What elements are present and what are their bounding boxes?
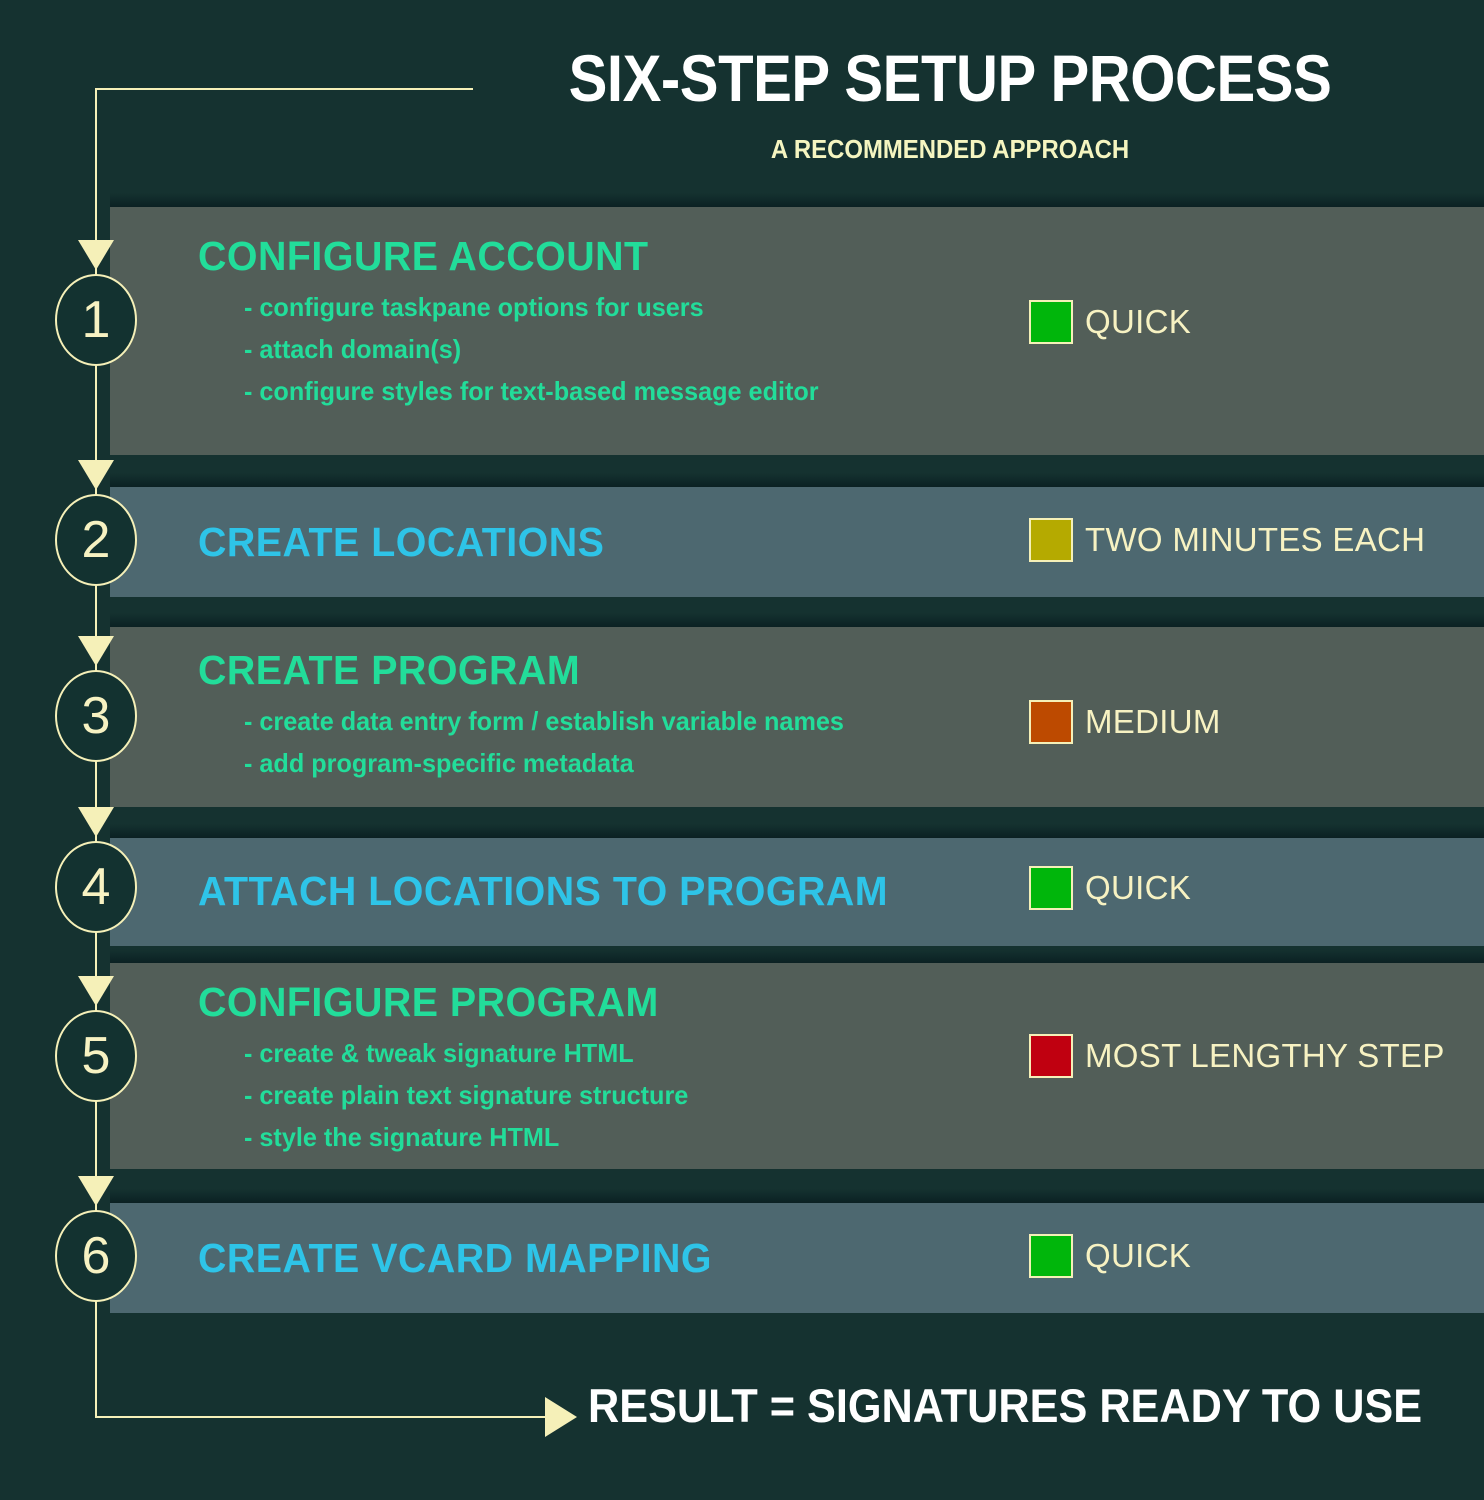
step-heading: CONFIGURE ACCOUNT — [198, 233, 649, 279]
step-bullet: - configure taskpane options for users — [244, 292, 704, 322]
step-bullet: - create data entry form / establish var… — [244, 706, 844, 736]
step-row[interactable]: CREATE PROGRAM - create data entry form /… — [110, 613, 1484, 807]
page-title: SIX-STEP SETUP PROCESS — [568, 41, 1332, 115]
flow-arrow-icon — [78, 976, 114, 1006]
effort-label: QUICK — [1085, 1237, 1192, 1274]
step-heading: CONFIGURE PROGRAM — [198, 979, 659, 1025]
connector-top-horizontal-line — [95, 88, 473, 90]
effort-label: MEDIUM — [1085, 703, 1221, 740]
effort-indicator: TWO MINUTES EACH — [1029, 518, 1425, 562]
effort-indicator: MOST LENGTHY STEP — [1029, 1034, 1445, 1078]
step-row[interactable]: ATTACH LOCATIONS TO PROGRAM — [110, 824, 1484, 946]
step-bullet-list: - configure taskpane options for users - … — [198, 286, 1484, 412]
step-bullet: - style the signature HTML — [244, 1122, 560, 1153]
step-bullet-list: - create data entry form / establish var… — [198, 700, 1484, 784]
page-subtitle: A RECOMMENDED APPROACH — [770, 134, 1130, 164]
effort-indicator: QUICK — [1029, 1234, 1191, 1278]
step-heading: CREATE VCARD MAPPING — [198, 1235, 713, 1281]
result-text: RESULT = SIGNATURES READY TO USE — [588, 1379, 1423, 1432]
effort-indicator: QUICK — [1029, 300, 1191, 344]
effort-color-swatch — [1029, 1034, 1073, 1078]
step-number-badge-6[interactable]: 6 — [55, 1210, 137, 1302]
step-bullet: - configure styles for text-based messag… — [244, 376, 819, 407]
step-bullet: - add program-specific metadata — [244, 748, 634, 779]
process-diagram: SIX-STEP SETUP PROCESS A RECOMMENDED APP… — [0, 0, 1484, 1500]
step-heading: ATTACH LOCATIONS TO PROGRAM — [198, 868, 889, 914]
effort-color-swatch — [1029, 866, 1073, 910]
connector-bottom-horizontal-line — [95, 1416, 550, 1418]
step-row[interactable]: CONFIGURE ACCOUNT - configure taskpane op… — [110, 193, 1484, 455]
flow-arrow-icon — [78, 636, 114, 666]
result-arrow-icon — [545, 1397, 577, 1437]
effort-label: MOST LENGTHY STEP — [1085, 1037, 1445, 1074]
step-bullet: - create plain text signature structure — [244, 1080, 689, 1111]
step-row[interactable]: CREATE VCARD MAPPING — [110, 1189, 1484, 1313]
flow-arrow-icon — [78, 807, 114, 837]
step-heading: CREATE PROGRAM — [198, 647, 581, 693]
effort-color-swatch — [1029, 1234, 1073, 1278]
step-number-badge-4[interactable]: 4 — [55, 841, 137, 933]
flow-arrow-icon — [78, 1176, 114, 1206]
flow-arrow-icon — [78, 240, 114, 270]
effort-color-swatch — [1029, 300, 1073, 344]
step-number-badge-5[interactable]: 5 — [55, 1010, 137, 1102]
effort-indicator: MEDIUM — [1029, 700, 1221, 744]
step-number-badge-2[interactable]: 2 — [55, 494, 137, 586]
step-bullet: - attach domain(s) — [244, 334, 462, 365]
effort-label: QUICK — [1085, 869, 1192, 906]
effort-color-swatch — [1029, 700, 1073, 744]
effort-indicator: QUICK — [1029, 866, 1191, 910]
effort-color-swatch — [1029, 518, 1073, 562]
step-number-badge-3[interactable]: 3 — [55, 670, 137, 762]
step-number-badge-1[interactable]: 1 — [55, 274, 137, 366]
effort-label: QUICK — [1085, 303, 1192, 340]
effort-label: TWO MINUTES EACH — [1085, 521, 1426, 558]
flow-arrow-icon — [78, 460, 114, 490]
